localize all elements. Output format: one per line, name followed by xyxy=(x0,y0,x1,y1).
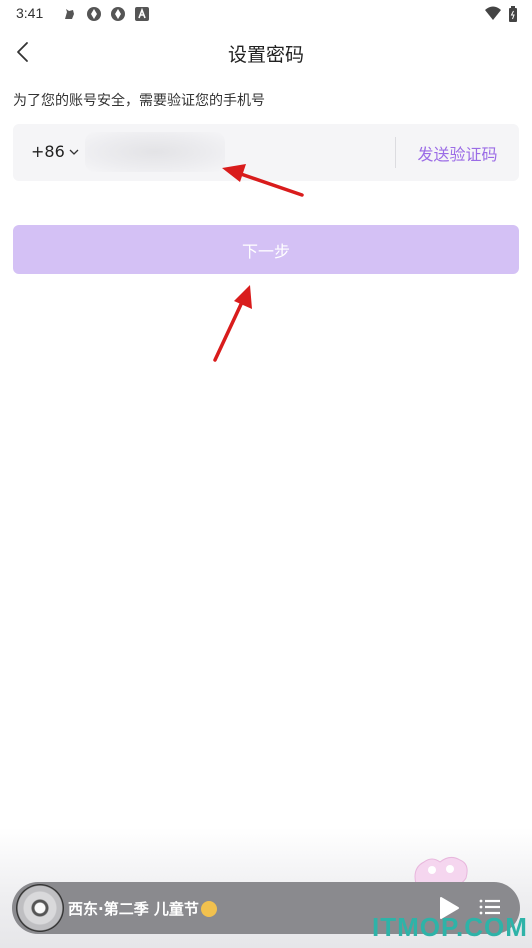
status-notification-icons xyxy=(62,6,150,22)
battery-icon xyxy=(508,6,518,26)
watermark-text: ITMOP.COM xyxy=(372,912,528,942)
album-cover[interactable] xyxy=(16,884,64,932)
country-code-label: +86 xyxy=(31,142,65,161)
next-button[interactable]: 下一步 xyxy=(13,225,519,274)
wifi-icon xyxy=(484,6,502,26)
verification-hint: 为了您的账号安全，需要验证您的手机号 xyxy=(13,93,265,109)
status-system-icons xyxy=(484,6,518,26)
annotation-arrow-next xyxy=(213,285,252,362)
country-code-selector[interactable]: +86 xyxy=(31,142,80,161)
track-title-text: 西东·第二季 儿童节 xyxy=(68,900,199,918)
app-icon xyxy=(110,6,126,22)
page-title: 设置密码 xyxy=(227,44,304,66)
nav-bar: 设置密码 xyxy=(0,28,532,76)
app-icon xyxy=(86,6,102,22)
phone-number-field[interactable] xyxy=(85,132,225,172)
status-time: 3:41 xyxy=(16,5,44,21)
track-title: 西东·第二季 儿童节 xyxy=(68,898,217,919)
chevron-down-icon xyxy=(69,149,79,155)
phone-input-row: +86 发送验证码 xyxy=(13,124,519,181)
emoji-icon xyxy=(200,900,217,917)
a-icon xyxy=(134,6,150,22)
status-bar: 3:41 xyxy=(0,0,532,28)
send-code-button[interactable]: 发送验证码 xyxy=(396,124,519,181)
notification-pet-icon xyxy=(62,6,78,22)
